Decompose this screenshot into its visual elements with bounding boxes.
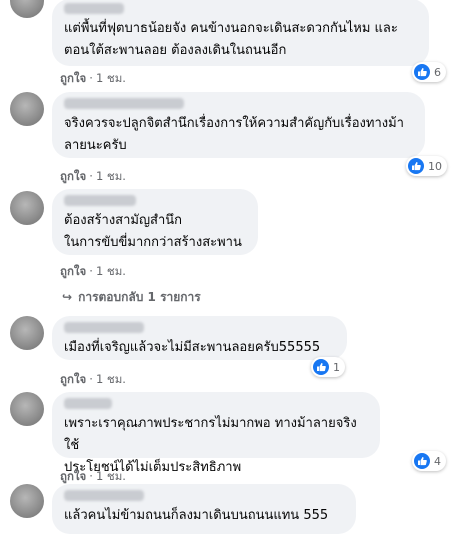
comment-time[interactable]: 1 ชม. (96, 264, 126, 278)
comment-meta: ถูกใจ · 1 ชม. (60, 372, 126, 386)
comment-bubble: แต่พื้นที่ฟุตบาธน้อยจัง คนข้างนอกจะเดินส… (52, 0, 429, 66)
comment-time[interactable]: 1 ชม. (96, 169, 126, 183)
comment-text: แล้วคนไม่ข้ามถนนก็ลงมาเดินบนถนนแทน 555 (64, 508, 329, 523)
commenter-name-blurred[interactable] (64, 398, 112, 409)
comment-text: แต่พื้นที่ฟุตบาธน้อยจัง คนข้างนอกจะเดินส… (64, 21, 398, 58)
view-replies-label: การตอบกลับ 1 รายการ (78, 290, 201, 304)
commenter-name-blurred[interactable] (64, 195, 136, 206)
comment-bubble: จริงควรจะปลูกจิตสำนึกเรื่องการให้ความสำค… (52, 92, 425, 158)
commenter-name-blurred[interactable] (64, 3, 124, 14)
comment-meta: ถูกใจ · 1 ชม. (60, 264, 126, 278)
comment-time[interactable]: 1 ชม. (96, 71, 126, 85)
reaction-badge[interactable]: 4 (412, 451, 446, 471)
commenter-avatar[interactable] (10, 0, 44, 18)
commenter-avatar[interactable] (10, 191, 44, 225)
commenter-avatar[interactable] (10, 484, 44, 518)
reaction-badge[interactable]: 1 (311, 357, 345, 377)
like-thumb-icon (414, 64, 430, 80)
like-link[interactable]: ถูกใจ (60, 264, 86, 278)
comment-meta: ถูกใจ · 1 ชม. (60, 71, 126, 85)
reaction-badge[interactable]: 10 (406, 156, 447, 176)
comment-bubble: แล้วคนไม่ข้ามถนนก็ลงมาเดินบนถนนแทน 555 (52, 484, 356, 534)
like-link[interactable]: ถูกใจ (60, 169, 86, 183)
like-thumb-icon (414, 453, 430, 469)
like-link[interactable]: ถูกใจ (60, 71, 86, 85)
reaction-count: 6 (434, 65, 441, 79)
comment-meta: ถูกใจ · 1 ชม. (60, 169, 126, 183)
reply-arrow-icon: ↪ (62, 290, 73, 304)
comment-text: ต้องสร้างสามัญสำนึก ในการขับขี่มากกว่าสร… (64, 213, 242, 250)
commenter-avatar[interactable] (10, 92, 44, 126)
like-link[interactable]: ถูกใจ (60, 469, 86, 483)
commenter-name-blurred[interactable] (64, 490, 144, 501)
comment-text: เมืองที่เจริญแล้วจะไม่มีสะพานลอยครับ5555… (64, 340, 321, 355)
commenter-avatar[interactable] (10, 392, 44, 426)
comment-bubble: ต้องสร้างสามัญสำนึก ในการขับขี่มากกว่าสร… (52, 189, 258, 255)
like-link[interactable]: ถูกใจ (60, 372, 86, 386)
comment-text: จริงควรจะปลูกจิตสำนึกเรื่องการให้ความสำค… (64, 116, 404, 153)
commenter-avatar[interactable] (10, 316, 44, 350)
view-replies-link[interactable]: ↪ การตอบกลับ 1 รายการ (62, 288, 201, 307)
reaction-count: 1 (333, 360, 340, 374)
reaction-count: 4 (434, 454, 441, 468)
comment-time[interactable]: 1 ชม. (96, 372, 126, 386)
comment-time[interactable]: 1 ชม. (96, 469, 126, 483)
reaction-count: 10 (428, 159, 442, 173)
reaction-badge[interactable]: 6 (412, 62, 446, 82)
commenter-name-blurred[interactable] (64, 98, 184, 109)
like-thumb-icon (313, 359, 329, 375)
like-thumb-icon (408, 158, 424, 174)
comment-bubble: เพราะเราคุณภาพประชากรไม่มากพอ ทางม้าลายจ… (52, 392, 380, 475)
comment-bubble: เมืองที่เจริญแล้วจะไม่มีสะพานลอยครับ5555… (52, 316, 347, 360)
commenter-name-blurred[interactable] (64, 322, 144, 333)
